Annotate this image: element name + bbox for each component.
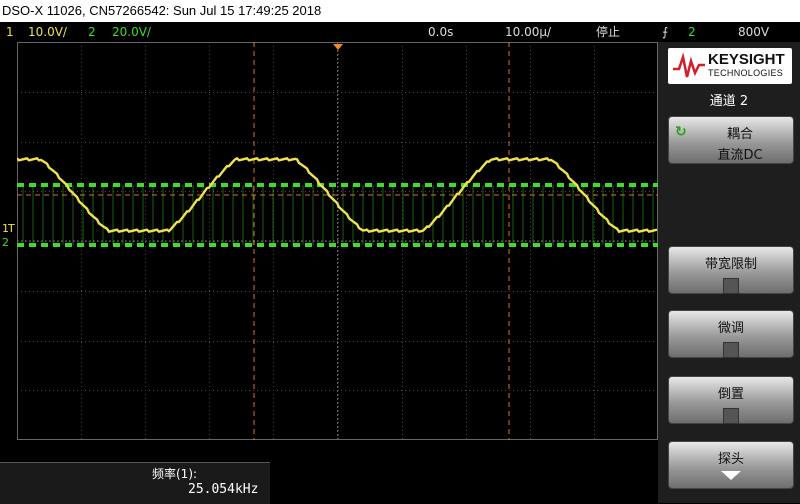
waveform-display[interactable] [16, 42, 659, 441]
ch1-scale[interactable]: 10.0V/ [28, 22, 67, 42]
marker-gutter: 1 T 2 [0, 42, 17, 440]
bandwidth-limit-button[interactable]: 带宽限制 [668, 246, 794, 294]
invert-label: 倒置 [717, 387, 744, 402]
probe-label: 探头 [717, 452, 744, 467]
trigger-source[interactable]: 2 [688, 22, 696, 42]
brand-logo: KEYSIGHT TECHNOLOGIES [668, 48, 792, 84]
status-bar: 1 10.0V/ 2 20.0V/ 0.0s 10.00µ/ 停止 ⨍ 2 80… [0, 22, 800, 42]
time-offset[interactable]: 0.0s [428, 22, 453, 42]
ch2-ground-marker[interactable]: 2 [2, 236, 9, 249]
run-state[interactable]: 停止 [596, 22, 620, 42]
measurement-box: 频率(1): 25.054kHz [0, 462, 270, 504]
invert-button[interactable]: 倒置 [668, 376, 794, 424]
probe-button[interactable]: 探头 [668, 441, 794, 489]
fine-button[interactable]: 微调 [668, 310, 794, 358]
window-title: DSO-X 11026, CN57266542: Sun Jul 15 17:4… [0, 0, 800, 22]
brand-subtitle: TECHNOLOGIES [708, 68, 784, 78]
brand-name: KEYSIGHT [708, 51, 785, 68]
arrow-down-icon [721, 471, 741, 480]
time-scale[interactable]: 10.00µ/ [505, 22, 551, 42]
keysight-wave-icon [673, 52, 705, 78]
softkey-panel: KEYSIGHT TECHNOLOGIES 通道 2 ↻ 耦合 直流DC 带宽限… [658, 42, 800, 503]
rising-edge-icon: ⨍ [662, 25, 669, 39]
trigger-level-marker[interactable]: T [8, 222, 15, 235]
measurement-value: 25.054kHz [188, 482, 259, 497]
trigger-level[interactable]: 800V [738, 22, 769, 42]
measurement-area: 频率(1): 25.054kHz [0, 440, 658, 504]
menu-title: 通道 2 [709, 94, 749, 109]
invert-checkbox[interactable] [723, 408, 739, 424]
fine-label: 微调 [717, 321, 744, 336]
rotate-knob-icon: ↻ [675, 124, 687, 140]
coupling-button[interactable]: ↻ 耦合 直流DC [668, 116, 794, 164]
bandwidth-limit-label: 带宽限制 [704, 257, 757, 272]
ch2-scale[interactable]: 20.0V/ [112, 22, 151, 42]
bandwidth-limit-checkbox[interactable] [723, 278, 739, 294]
coupling-label: 耦合 [726, 127, 753, 142]
trigger-position-marker [333, 44, 343, 50]
fine-checkbox[interactable] [723, 342, 739, 358]
measurement-label: 频率(1): [152, 467, 198, 481]
coupling-value: 直流DC [717, 148, 763, 163]
waveform-graticule [16, 42, 659, 441]
ch1-number[interactable]: 1 [6, 22, 14, 42]
ch2-number[interactable]: 2 [88, 22, 96, 42]
